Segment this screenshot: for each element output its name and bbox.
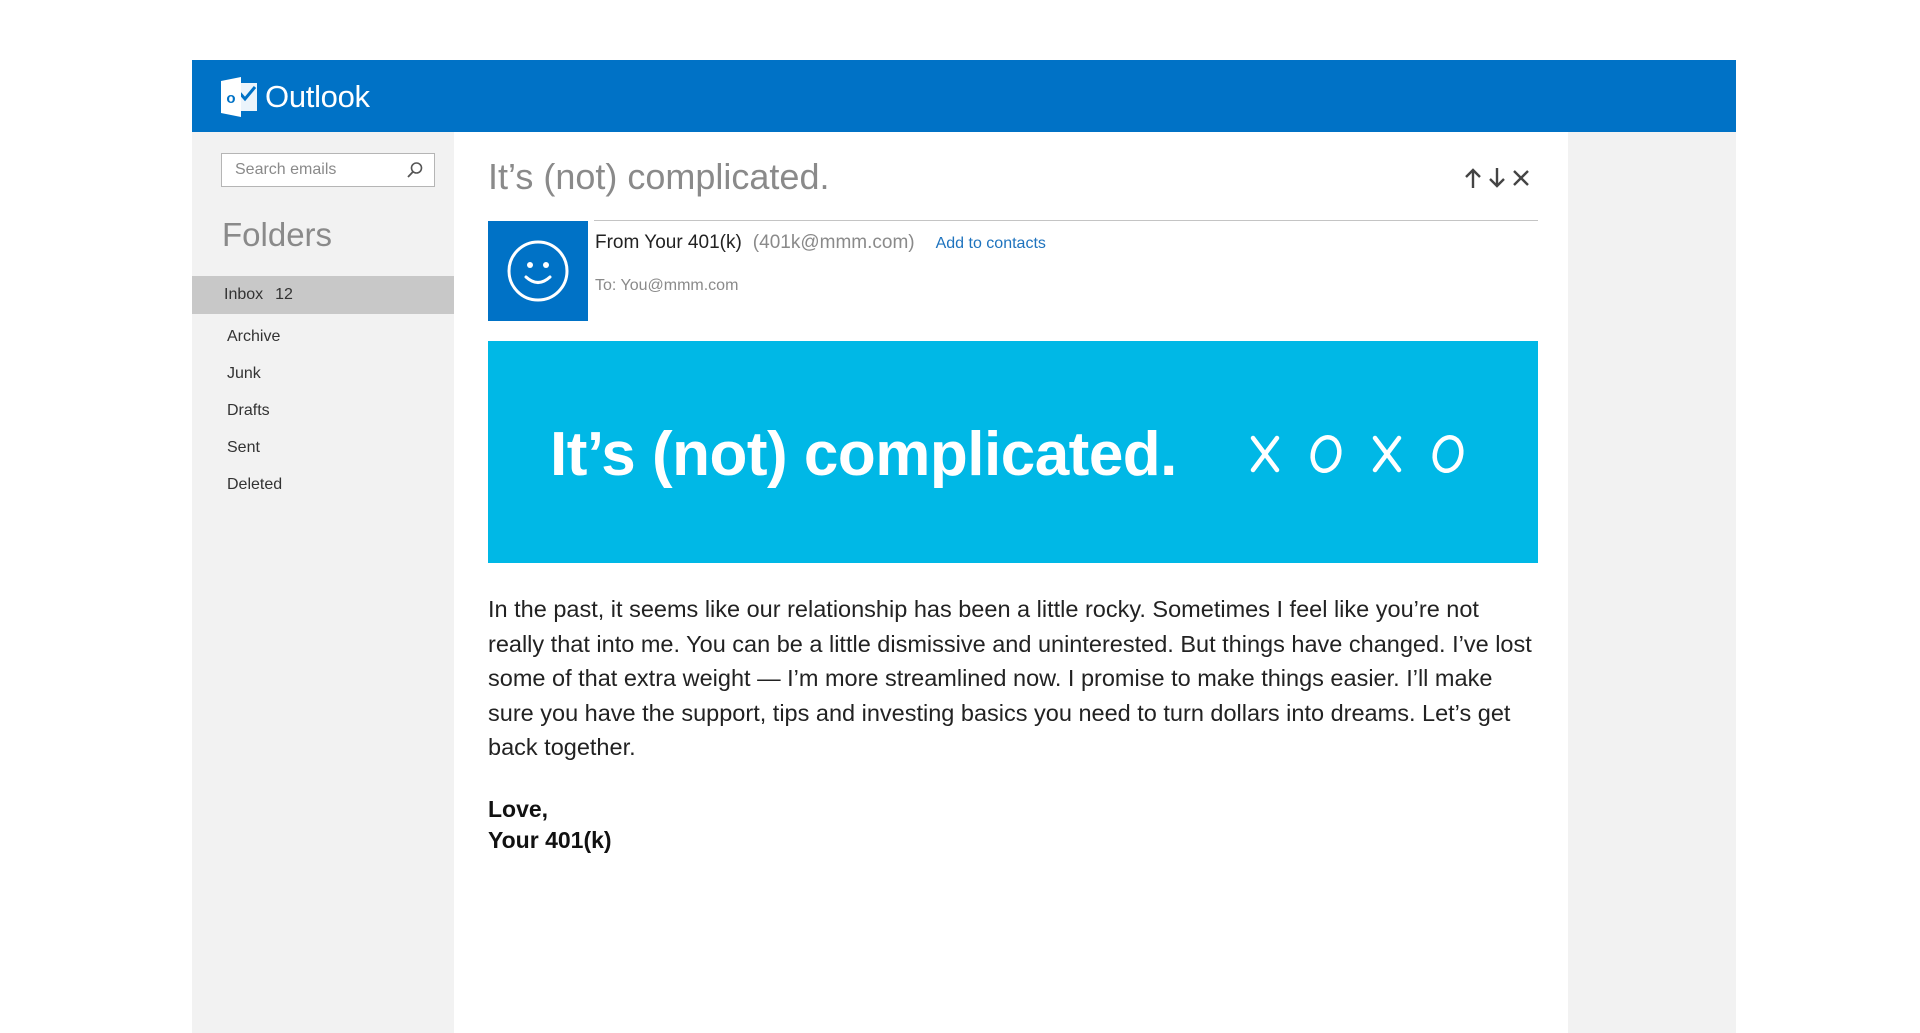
signoff-closing: Love, xyxy=(488,796,549,822)
xoxo-o-mark xyxy=(1310,434,1342,474)
message-banner: It’s (not) complicated. xyxy=(488,341,1538,563)
sender-avatar xyxy=(488,221,588,321)
sender-name: From Your 401(k) xyxy=(595,232,742,253)
logo-letter: o xyxy=(226,90,235,107)
folder-junk[interactable]: Junk xyxy=(192,355,454,393)
folder-archive[interactable]: Archive xyxy=(192,318,454,356)
folder-label: Junk xyxy=(227,365,261,382)
add-to-contacts-link[interactable]: Add to contacts xyxy=(936,235,1046,253)
folder-label: Drafts xyxy=(227,402,270,419)
folder-label: Sent xyxy=(227,439,260,456)
app-title: Outlook xyxy=(265,79,370,114)
smiley-icon xyxy=(507,240,569,302)
unread-count: 12 xyxy=(275,286,293,303)
recipient-line: To: You@mmm.com xyxy=(595,277,739,294)
outlook-app: o Outlook Folders Inbox 12 Archive Junk D… xyxy=(192,60,1736,1033)
sidebar: Folders Inbox 12 Archive Junk Drafts Sent… xyxy=(192,132,454,1033)
search-icon[interactable] xyxy=(406,161,424,179)
folder-drafts[interactable]: Drafts xyxy=(192,392,454,430)
close-icon[interactable] xyxy=(1510,166,1532,190)
folder-sent[interactable]: Sent xyxy=(192,429,454,467)
outlook-logo[interactable]: o Outlook xyxy=(221,77,370,117)
xoxo-x-mark xyxy=(1250,435,1280,473)
folder-deleted[interactable]: Deleted xyxy=(192,466,454,504)
arrow-up-icon[interactable] xyxy=(1462,166,1484,190)
reading-pane: It’s (not) complicated. From Your 401(k)… xyxy=(454,132,1568,1033)
folder-label: Inbox xyxy=(224,286,264,303)
folder-label: Deleted xyxy=(227,476,283,493)
from-line: From Your 401(k) (401k@mmm.com) Add to c… xyxy=(595,232,1046,254)
banner-headline: It’s (not) complicated. xyxy=(550,420,1177,489)
top-bar: o Outlook xyxy=(192,60,1736,132)
xoxo-o-mark xyxy=(1432,434,1464,474)
message-body: In the past, it seems like our relations… xyxy=(488,596,1532,760)
folders-heading: Folders xyxy=(222,216,333,253)
xoxo-x-mark xyxy=(1372,435,1402,473)
banner-xoxo xyxy=(1248,431,1468,477)
message-actions xyxy=(1462,166,1532,190)
signoff-signature: Your 401(k) xyxy=(488,827,612,853)
outlook-logo-icon: o xyxy=(221,77,257,117)
search-input[interactable] xyxy=(222,154,415,186)
search-box xyxy=(221,153,435,187)
message-subject: It’s (not) complicated. xyxy=(488,156,830,197)
message-signoff: Love, Your 401(k) xyxy=(488,794,612,856)
folder-label: Archive xyxy=(227,328,281,345)
folder-inbox[interactable]: Inbox 12 xyxy=(192,276,454,314)
header-divider xyxy=(594,220,1538,221)
sender-email: (401k@mmm.com) xyxy=(752,232,915,253)
arrow-down-icon[interactable] xyxy=(1486,166,1508,190)
